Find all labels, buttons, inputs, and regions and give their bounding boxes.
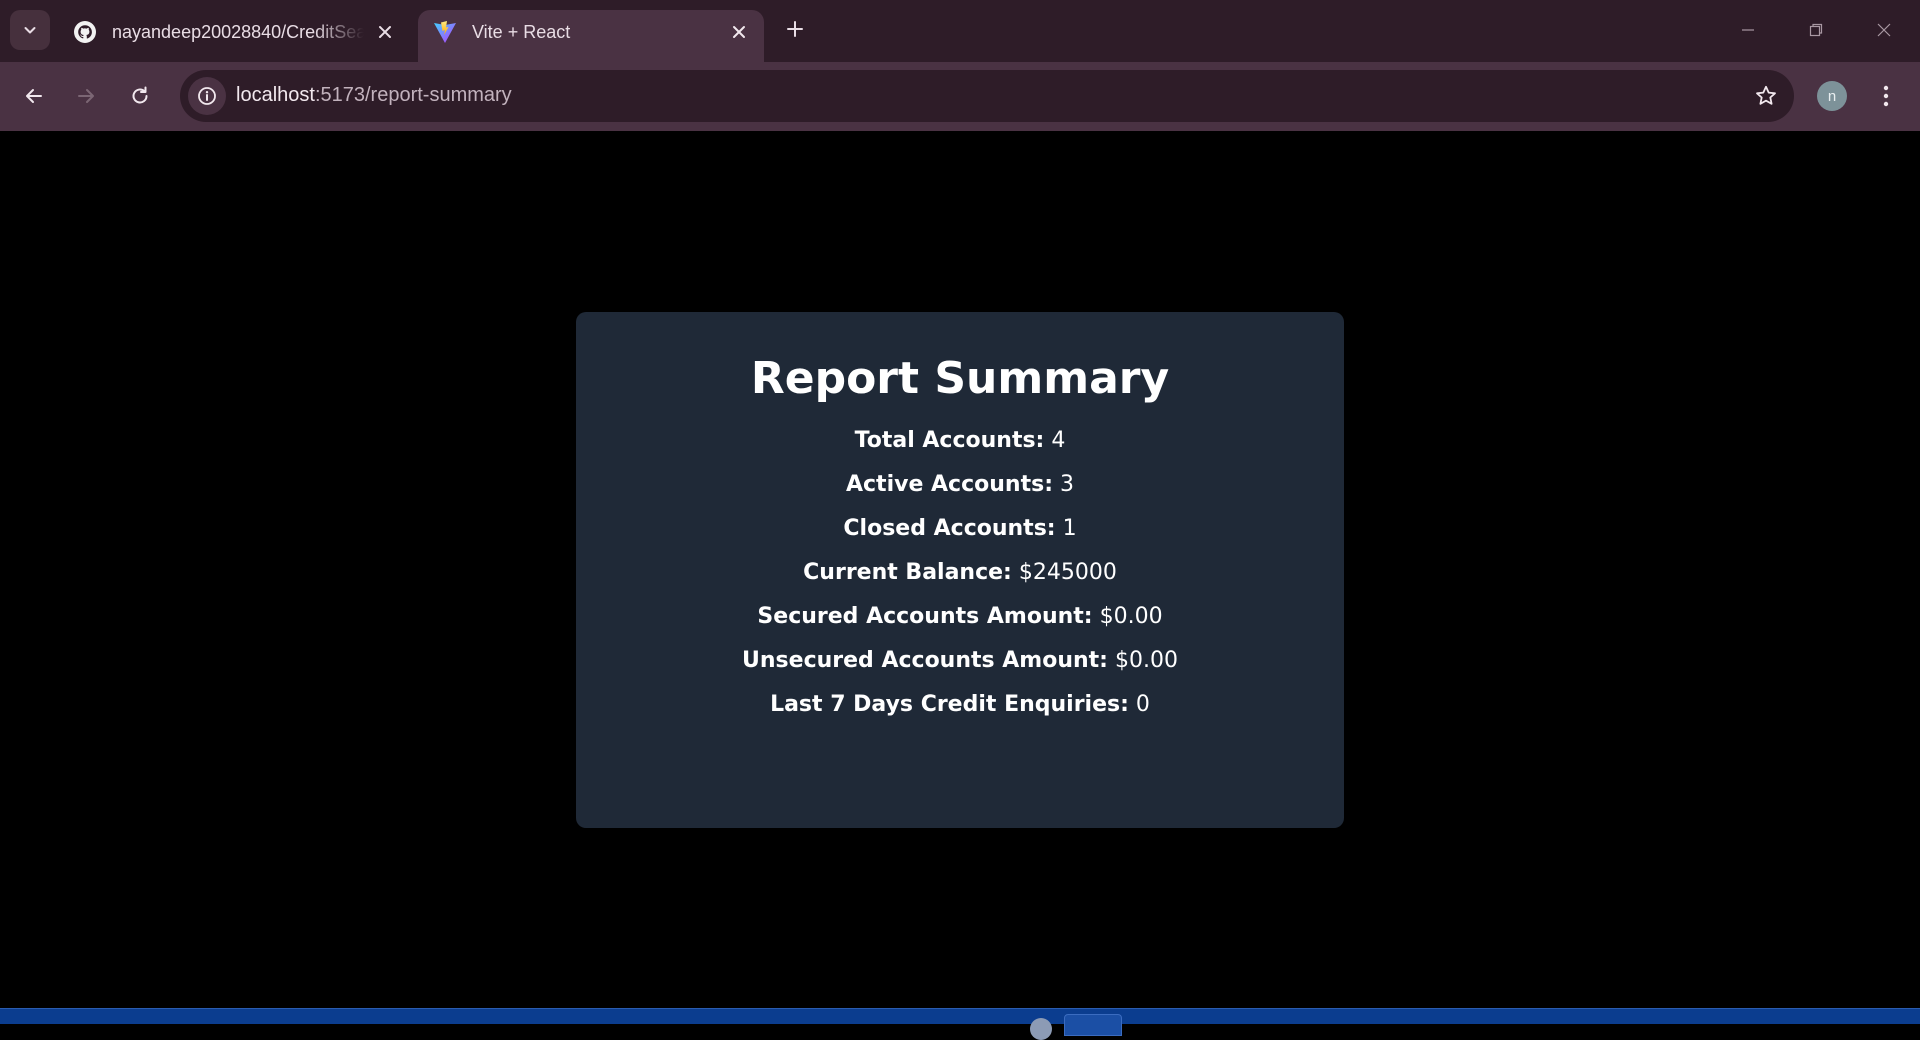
stat-label: Secured Accounts Amount: [757, 604, 1093, 629]
stat-value: $245000 [1018, 560, 1117, 585]
stat-secured-amount: Secured Accounts Amount: $0.00 [576, 602, 1344, 632]
tab-strip: nayandeep20028840/CreditSea Vite + React [0, 0, 1920, 62]
browser-chrome: nayandeep20028840/CreditSea Vite + React… [0, 0, 1920, 131]
taskbar-app-button[interactable] [1064, 1014, 1122, 1036]
stat-label: Last 7 Days Credit Enquiries: [770, 692, 1129, 717]
stat-value: 4 [1051, 428, 1066, 453]
close-icon [1877, 23, 1891, 37]
reload-icon [132, 86, 148, 104]
stat-current-balance: Current Balance: $245000 [576, 558, 1344, 588]
stat-active-accounts: Active Accounts: 3 [576, 470, 1344, 500]
taskbar-search-icon[interactable] [1030, 1018, 1052, 1040]
stat-value: 0 [1135, 692, 1150, 717]
stat-label: Total Accounts: [854, 428, 1045, 453]
stat-label: Active Accounts: [845, 472, 1053, 497]
tab-title: Vite + React [472, 21, 571, 42]
report-summary-card: Report Summary Total Accounts: 4 Active … [576, 312, 1344, 828]
stat-label: Closed Accounts: [843, 516, 1056, 541]
close-icon[interactable] [728, 21, 750, 43]
stat-label: Current Balance: [803, 560, 1012, 585]
more-vertical-icon [1883, 85, 1889, 107]
site-info-button[interactable] [188, 77, 226, 115]
bookmark-button[interactable] [1752, 82, 1780, 110]
minimize-button[interactable] [1728, 10, 1768, 50]
stat-value: 1 [1062, 516, 1077, 541]
plus-icon [787, 21, 803, 37]
back-button[interactable] [14, 76, 54, 116]
close-window-button[interactable] [1864, 10, 1904, 50]
close-icon[interactable] [374, 21, 396, 43]
tab-title: nayandeep20028840/CreditSea [112, 21, 364, 42]
chevron-down-icon [24, 27, 36, 34]
url-path: :5173/report-summary [314, 84, 512, 106]
avatar[interactable]: n [1817, 81, 1847, 111]
forward-button[interactable] [66, 76, 106, 116]
arrow-right-icon [78, 89, 94, 103]
arrow-left-icon [26, 89, 42, 103]
restore-icon [1809, 23, 1823, 37]
reload-button[interactable] [120, 76, 160, 116]
stat-unsecured-amount: Unsecured Accounts Amount: $0.00 [576, 646, 1344, 676]
restore-button[interactable] [1796, 10, 1836, 50]
stat-label: Unsecured Accounts Amount: [742, 648, 1108, 673]
os-taskbar [0, 1008, 1920, 1040]
tab-vite-react[interactable]: Vite + React [418, 10, 764, 62]
browser-menu-button[interactable] [1872, 76, 1900, 116]
url-host: localhost [236, 84, 315, 106]
tab-github[interactable]: nayandeep20028840/CreditSea [58, 10, 410, 62]
info-icon [198, 87, 216, 105]
new-tab-button[interactable] [778, 12, 812, 46]
stat-value: $0.00 [1099, 604, 1163, 629]
star-icon [1756, 85, 1776, 105]
stat-credit-enquiries: Last 7 Days Credit Enquiries: 0 [576, 690, 1344, 720]
page-viewport: Report Summary Total Accounts: 4 Active … [0, 131, 1920, 1008]
stat-value: $0.00 [1114, 648, 1178, 673]
minimize-icon [1742, 29, 1754, 31]
stat-total-accounts: Total Accounts: 4 [576, 426, 1344, 456]
vite-icon [432, 19, 458, 45]
address-bar[interactable]: localhost:5173/report-summary [180, 70, 1794, 122]
page-title: Report Summary [750, 353, 1170, 404]
github-icon [72, 19, 98, 45]
stat-closed-accounts: Closed Accounts: 1 [576, 514, 1344, 544]
navigation-toolbar: localhost:5173/report-summary n [0, 62, 1920, 131]
url-text[interactable]: localhost:5173/report-summary [236, 84, 512, 107]
stat-value: 3 [1060, 472, 1074, 497]
tab-search-button[interactable] [10, 10, 50, 50]
